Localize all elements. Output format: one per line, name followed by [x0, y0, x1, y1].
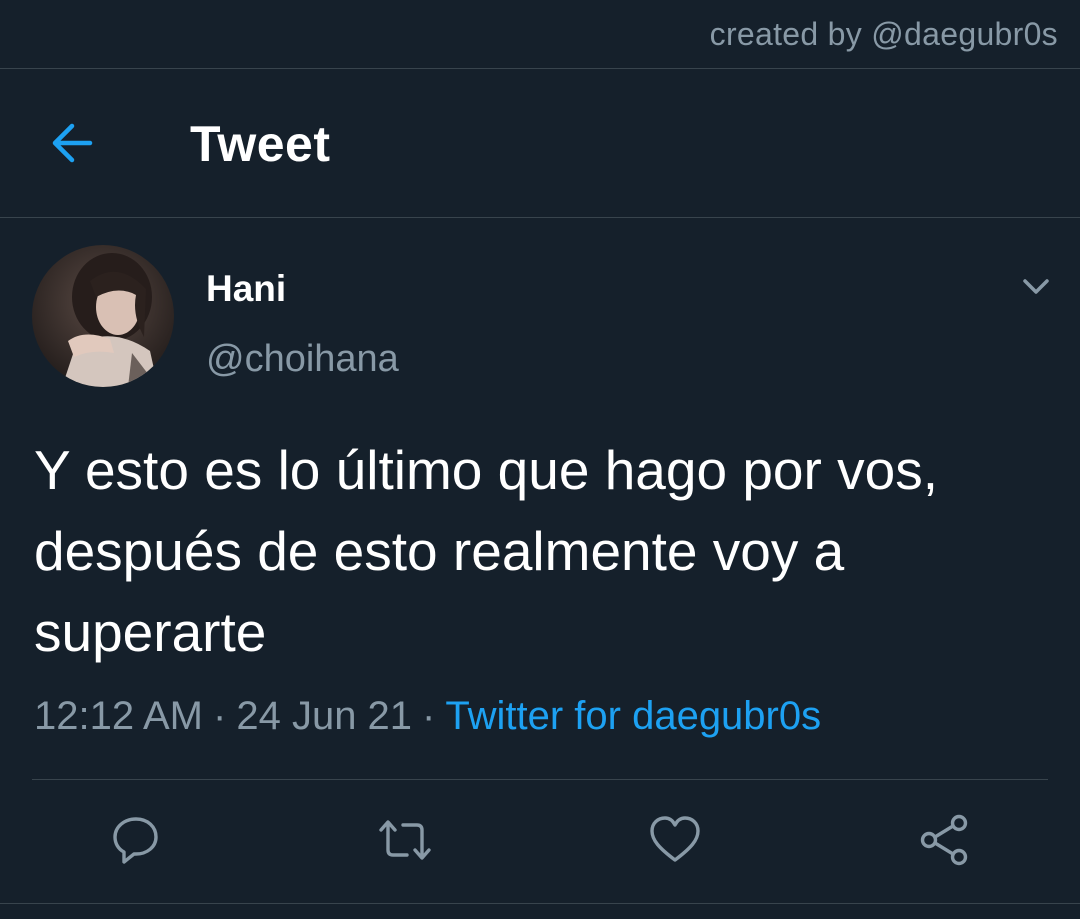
tweet-page: created by @daegubr0s Tweet Hani @choiha… [0, 0, 1080, 919]
retweet-arrows-icon [379, 820, 431, 860]
tweet-text: Y esto es lo último que hago por vos, de… [34, 439, 938, 663]
divider [0, 903, 1080, 904]
back-button[interactable] [44, 117, 104, 169]
share-nodes-icon [920, 814, 968, 866]
divider [32, 779, 1048, 780]
user-handle[interactable]: @choihana [206, 338, 399, 381]
retweet-button[interactable] [375, 810, 435, 870]
tweet-header: Tweet [0, 69, 1080, 218]
like-button[interactable] [645, 810, 705, 870]
more-options-button[interactable] [1016, 270, 1056, 302]
reply-button[interactable] [106, 810, 166, 870]
heart-icon [650, 816, 700, 862]
tweet-time: 12:12 AM [34, 694, 204, 738]
tweet-meta: 12:12 AM · 24 Jun 21 · Twitter for daegubr0s [34, 694, 821, 739]
speech-bubble-icon [113, 817, 158, 864]
credit-bar: created by @daegubr0s [0, 0, 1080, 69]
share-button[interactable] [915, 810, 975, 870]
chevron-down-icon [1023, 279, 1049, 294]
action-bar [0, 810, 1080, 874]
page-title: Tweet [190, 116, 331, 172]
meta-separator: · [422, 694, 436, 738]
tweet-date: 24 Jun 21 [236, 694, 413, 738]
display-name[interactable]: Hani [206, 268, 286, 310]
tweet-source-link[interactable]: Twitter for daegubr0s [445, 694, 821, 738]
credit-text: created by @daegubr0s [709, 16, 1058, 52]
avatar[interactable] [32, 245, 174, 387]
arrow-left-icon [52, 123, 93, 163]
meta-separator: · [213, 694, 227, 738]
profile-photo [32, 245, 174, 387]
